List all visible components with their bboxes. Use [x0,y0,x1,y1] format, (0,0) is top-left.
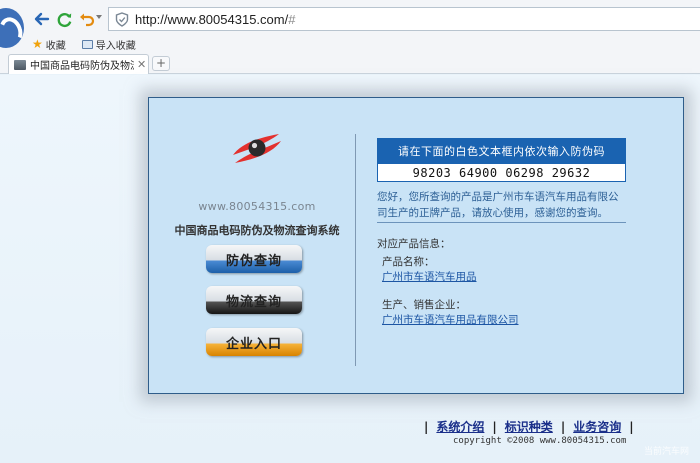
shield-icon [115,11,129,27]
brand-block: www.80054315.com 中国商品电码防伪及物流查询系统 [169,128,345,238]
logistics-query-button[interactable]: 物流查询 [206,286,302,314]
tab-title: 中国商品电码防伪及物流 [30,61,134,72]
manufacturer-label: 生产、销售企业： [382,299,466,311]
footer-separator: | [560,419,566,434]
code-hint: 请在下面的白色文本框内依次输入防伪码 [377,138,626,163]
url-text: http://www.80054315.com/# [135,11,296,27]
footer-link-system-intro[interactable]: 系统介绍 [436,418,484,435]
bookmark-label: 导入收藏 [95,40,136,52]
new-tab-button[interactable]: + [152,56,170,71]
watermark-text: 当前汽车网 [644,447,690,457]
back-arrow-icon [34,12,50,26]
page-content: www.80054315.com 中国商品电码防伪及物流查询系统 防伪查询 物流… [0,75,700,463]
query-panel: www.80054315.com 中国商品电码防伪及物流查询系统 防伪查询 物流… [148,97,684,394]
star-icon: ★ [32,37,43,51]
folder-icon [81,39,93,49]
system-name: 中国商品电码防伪及物流查询系统 [174,224,340,237]
bookmark-label: 收藏 [45,40,66,52]
refresh-button[interactable] [54,9,74,29]
browser-chrome: http://www.80054315.com/# ★ 收藏 导入收藏 中国商品… [0,0,700,74]
bookmarks-bar: ★ 收藏 导入收藏 [32,36,136,52]
tab-active[interactable]: 中国商品电码防伪及物流 ✕ [8,54,149,74]
copyright-text: copyright ©2008 www.80054315.com [453,436,627,446]
address-bar[interactable]: http://www.80054315.com/# [108,7,700,31]
footer-separator: | [424,419,429,434]
undo-button[interactable] [77,9,97,29]
undo-icon [80,13,95,27]
bookmark-import[interactable]: 导入收藏 [81,37,136,52]
enterprise-entry-button[interactable]: 企业入口 [206,328,302,356]
refresh-icon [57,12,71,27]
footer-nav: | 系统介绍 | 标识种类 | 业务咨询 | [416,418,642,435]
panel-divider [355,134,356,366]
browser-logo-icon[interactable] [0,8,24,48]
product-name-label: 产品名称： [382,256,435,268]
anti-fake-code-input[interactable]: 98203 64900 06298 29632 [377,163,626,182]
anti-fake-query-button[interactable]: 防伪查询 [206,245,302,273]
footer-separator: | [629,419,634,434]
footer-link-business-inquiry[interactable]: 业务咨询 [573,418,621,435]
undo-dropdown-icon[interactable] [96,15,102,19]
product-name-link[interactable]: 广州市车语汽车用品 [382,269,477,284]
back-button[interactable] [32,9,52,29]
query-result-text: 您好，您所查询的产品是广州市车语汽车用品有限公司生产的正牌产品，请放心使用，感谢… [377,189,626,223]
manufacturer-link[interactable]: 广州市车语汽车用品有限公司 [382,312,519,327]
bookmark-favorites[interactable]: ★ 收藏 [32,37,66,52]
footer-link-label-types[interactable]: 标识种类 [505,418,553,435]
close-icon[interactable]: ✕ [137,58,146,71]
brand-url: www.80054315.com [198,200,316,213]
product-info-title: 对应产品信息： [377,238,451,250]
brand-eye-logo-icon [227,128,287,168]
tab-favicon-icon [14,59,26,70]
footer-separator: | [492,419,497,434]
